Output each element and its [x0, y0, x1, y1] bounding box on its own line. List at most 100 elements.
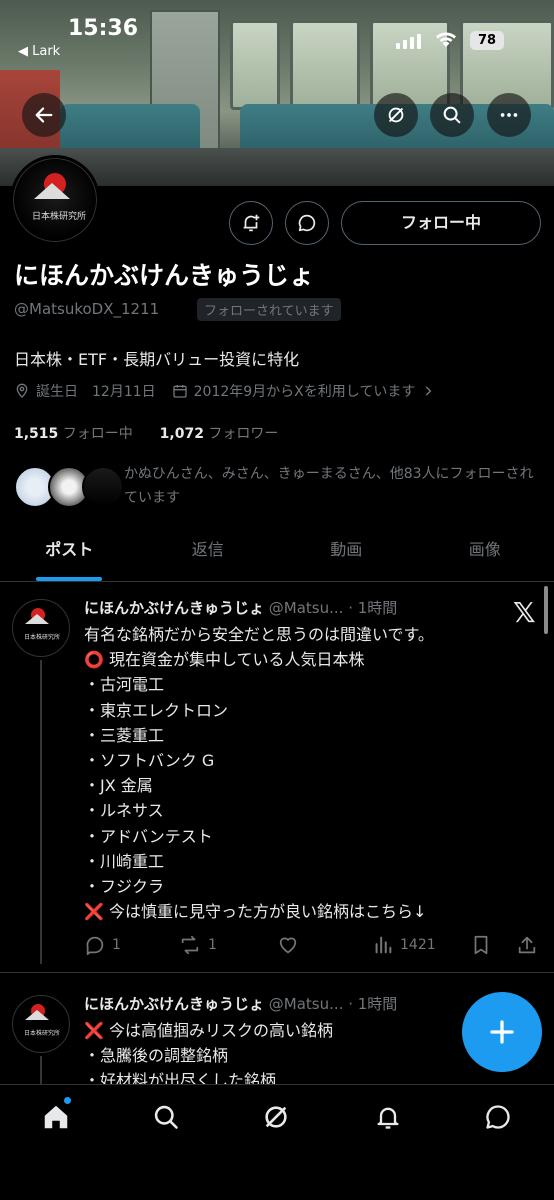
search-button[interactable] [430, 93, 474, 137]
following-count: 1,515 [14, 426, 59, 442]
following-button[interactable]: フォロー中 [341, 201, 541, 245]
tab-videos[interactable]: 動画 [277, 522, 416, 581]
notifications-icon [377, 1107, 399, 1129]
grok-button[interactable] [374, 93, 418, 137]
profile-display-name: にほんかぶけんきゅうじょ [14, 261, 315, 290]
back-to-app-link[interactable]: ◀ Lark [18, 44, 60, 59]
message-icon [298, 214, 316, 232]
birthday-label: 誕生日 [36, 384, 78, 400]
profile-avatar[interactable]: 日本株研究所 [10, 155, 100, 245]
post-header: にほんかぶけんきゅうじょ @Matsu... · 1時間 [84, 597, 397, 618]
post-line: 有名な銘柄だから安全だと思うのは間違いです。 [84, 625, 434, 644]
post-line: ・アドバンテスト [84, 826, 213, 846]
post-line: ・JX 金属 [84, 776, 153, 796]
post-header: にほんかぶけんきゅうじょ @Matsu... · 1時間 [84, 993, 397, 1014]
more-icon [500, 113, 518, 117]
post-handle-time: @Matsu... · 1時間 [268, 995, 398, 1013]
grok-icon [388, 107, 404, 123]
followed-by-text: かぬひんさん、みさん、きゅーまるさん、他83人にフォローされています [124, 466, 534, 506]
thread-line [40, 660, 42, 964]
repost-button[interactable]: 1 [178, 934, 217, 956]
messages-icon [486, 1105, 510, 1129]
battery-indicator: 78 [470, 31, 504, 50]
explore-icon [154, 1105, 178, 1129]
cellular-signal-icon [396, 34, 421, 49]
home-notification-dot [64, 1097, 71, 1104]
joined-date: 2012年9月からXを利用しています [193, 384, 416, 400]
post-body[interactable]: 有名な銘柄だから安全だと思うのは間違いです。 ⭕ 現在資金が集中している人気日本… [84, 622, 534, 924]
avatar-brand-text: 日本株研究所 [23, 1030, 60, 1037]
post-avatar[interactable]: 日本株研究所 [12, 995, 70, 1053]
bottom-navigation [0, 1084, 554, 1200]
repost-icon [181, 935, 199, 955]
follower-avatar [82, 466, 124, 508]
nav-messages[interactable] [480, 1099, 516, 1135]
reply-button[interactable]: 1 [84, 934, 121, 956]
nav-home[interactable] [38, 1099, 74, 1135]
views-button[interactable]: 1421 [372, 934, 436, 956]
like-button[interactable] [276, 934, 306, 956]
followed-by-row[interactable]: かぬひんさん、みさん、きゅーまるさん、他83人にフォローされています [14, 462, 544, 512]
location-icon [16, 383, 28, 398]
calendar-icon [172, 385, 187, 398]
post-line: ・三菱重工 [84, 725, 165, 745]
post-divider [0, 972, 554, 973]
profile-bio: 日本株・ETF・長期バリュー投資に特化 [14, 350, 300, 369]
compose-post-button[interactable] [462, 992, 542, 1072]
avatar-image: 日本株研究所 [13, 158, 97, 242]
notifications-toggle-button[interactable] [229, 201, 273, 245]
back-button[interactable] [22, 93, 66, 137]
following-link[interactable]: 1,515 フォロー中 [14, 426, 133, 442]
views-count: 1421 [400, 937, 436, 953]
avatar-mountain [34, 183, 70, 199]
followers-link[interactable]: 1,072 フォロワー [160, 426, 279, 442]
following-label: フォロー中 [62, 426, 133, 442]
scrollbar[interactable] [544, 586, 548, 634]
avatar-brand-text: 日本株研究所 [31, 212, 86, 222]
post-author[interactable]: にほんかぶけんきゅうじょ [84, 599, 264, 617]
share-button[interactable] [516, 934, 544, 956]
post-handle-time: @Matsu... · 1時間 [268, 599, 398, 617]
more-options-button[interactable] [487, 93, 531, 137]
bookmark-button[interactable] [470, 934, 498, 956]
follow-stats: 1,515 フォロー中 1,072 フォロワー [14, 423, 278, 443]
tab-images[interactable]: 画像 [416, 522, 554, 581]
reply-icon [86, 936, 104, 956]
post-line: ・フジクラ [84, 877, 165, 897]
post-line: ・好材料が出尽くした銘柄 [84, 1071, 277, 1084]
post-line: ・ルネサス [84, 801, 164, 821]
wifi-icon [436, 32, 456, 47]
chevron-right-icon[interactable] [421, 384, 435, 398]
profile-meta: 誕生日 12月11日 2012年9月からXを利用しています [14, 381, 435, 401]
compose-plus-icon [490, 1020, 514, 1044]
nav-notifications[interactable] [370, 1099, 406, 1135]
avatar-brand-text: 日本株研究所 [23, 634, 60, 641]
back-arrow-icon [35, 107, 53, 123]
birthday-value: 12月11日 [92, 384, 156, 400]
views-icon [375, 936, 392, 954]
repost-count: 1 [208, 937, 217, 953]
avatar-mountain [25, 1010, 49, 1020]
nav-grok[interactable] [258, 1099, 294, 1135]
profile-handle: @MatsukoDX_1211 [14, 300, 160, 318]
tab-replies[interactable]: 返信 [139, 522, 278, 581]
post-line: ・東京エレクトロン [84, 700, 229, 720]
post-line: ・ソフトバンク G [84, 751, 215, 771]
post-line: ・川崎重工 [84, 851, 165, 871]
search-icon [443, 106, 461, 124]
nav-explore[interactable] [148, 1099, 184, 1135]
thread-line [40, 1056, 42, 1084]
post-line: ❌ 今は慎重に見守った方が良い銘柄はこちら↓ [84, 902, 427, 922]
avatar-mountain [25, 614, 49, 624]
post-author[interactable]: にほんかぶけんきゅうじょ [84, 995, 264, 1013]
post-line: ⭕ 現在資金が集中している人気日本株 [84, 650, 365, 670]
home-icon [44, 1105, 68, 1129]
follows-you-badge: フォローされています [197, 298, 341, 321]
profile-tabs: ポスト 返信 動画 画像 [0, 522, 554, 582]
post-avatar[interactable]: 日本株研究所 [12, 599, 70, 657]
share-icon [518, 936, 536, 954]
message-button[interactable] [285, 201, 329, 245]
post-line: ・古河電工 [84, 675, 165, 695]
bookmark-icon [474, 935, 488, 955]
tab-posts[interactable]: ポスト [0, 522, 139, 581]
